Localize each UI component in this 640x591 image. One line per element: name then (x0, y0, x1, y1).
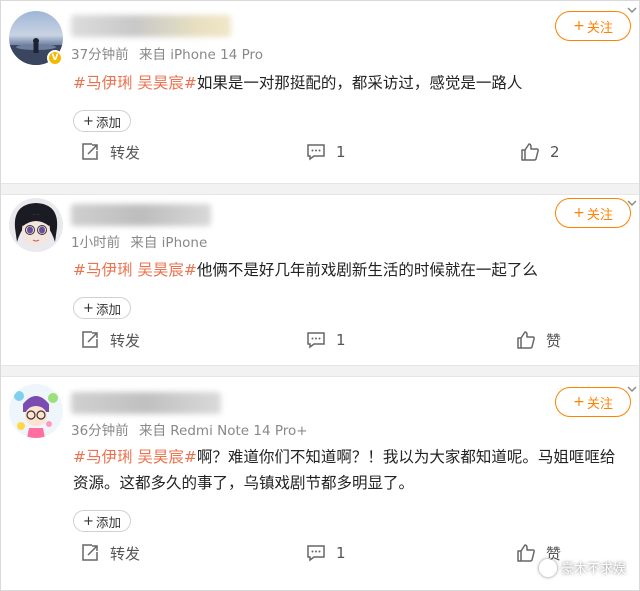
plus-icon: + (83, 113, 94, 129)
follow-button[interactable]: + 关注 (555, 11, 631, 41)
comment-text: #马伊琍 吴昊宸#他俩不是好几年前戏剧新生活的时候就在一起了么 (73, 257, 619, 283)
repost-button[interactable]: 转发 (80, 539, 140, 567)
plus-icon: + (573, 18, 585, 34)
comment-count: 1 (336, 544, 346, 562)
repost-icon (82, 331, 98, 348)
repost-icon (82, 544, 98, 561)
comment-text: #马伊琍 吴昊宸#啊？难道你们不知道啊？！我以为大家都知道呢。马姐哐哐给资源。这… (73, 444, 619, 496)
add-button[interactable]: + 添加 (73, 110, 131, 132)
avatar[interactable] (9, 198, 63, 252)
comment-card-1: V 37分钟前 来自 iPhone 14 Pro + 关注 #马伊琍 吴昊宸#如… (1, 1, 639, 183)
comment-body: 他俩不是好几年前戏剧新生活的时候就在一起了么 (196, 261, 538, 279)
topic-tag[interactable]: #马伊琍 吴昊宸# (73, 261, 197, 279)
comment-text: #马伊琍 吴昊宸#如果是一对那挺配的，都采访过，感觉是一路人 (73, 70, 619, 96)
add-label: 添加 (95, 514, 121, 530)
repost-label: 转发 (110, 544, 141, 563)
avatar-image (14, 391, 58, 438)
comment-time: 37分钟前 (71, 47, 129, 63)
repost-label: 转发 (110, 143, 141, 162)
avatar[interactable] (9, 384, 63, 438)
comment-meta: 37分钟前 来自 iPhone 14 Pro (71, 43, 263, 63)
username-blurred[interactable] (71, 204, 211, 226)
divider (1, 183, 639, 195)
comment-icon (307, 144, 325, 161)
action-bar: 转发 1 2 (2, 138, 640, 166)
chevron-down-icon[interactable] (625, 383, 639, 397)
follow-button[interactable]: + 关注 (555, 198, 631, 228)
watermark: 豪木不求娱 (538, 558, 626, 577)
comment-meta: 36分钟前 来自 Redmi Note 14 Pro+ (71, 419, 308, 439)
add-button[interactable]: + 添加 (73, 297, 131, 319)
plus-icon: + (573, 394, 585, 410)
like-label: 2 (550, 143, 560, 161)
comment-count: 1 (336, 143, 346, 161)
comment-button[interactable]: 1 (306, 539, 346, 567)
topic-tag[interactable]: #马伊琍 吴昊宸# (73, 448, 197, 466)
avatar-image (14, 203, 58, 246)
comment-body: 如果是一对那挺配的，都采访过，感觉是一路人 (196, 74, 523, 92)
like-label: 赞 (546, 331, 562, 350)
add-button[interactable]: + 添加 (73, 510, 131, 532)
like-button[interactable]: 赞 (516, 326, 561, 354)
follow-label: 关注 (586, 207, 613, 223)
comment-button[interactable]: 1 (306, 138, 346, 166)
watermark-text: 豪木不求娱 (560, 562, 626, 577)
divider (1, 365, 639, 377)
comment-icon (307, 332, 325, 349)
repost-button[interactable]: 转发 (80, 138, 140, 166)
thumbs-up-icon (517, 331, 535, 349)
chevron-down-icon[interactable] (625, 4, 639, 18)
plus-icon: + (83, 300, 94, 316)
comment-meta: 1小时前 来自 iPhone (71, 231, 207, 251)
comment-button[interactable]: 1 (306, 326, 346, 354)
username-blurred[interactable] (71, 392, 221, 414)
action-bar: 转发 1 赞 (2, 326, 640, 354)
comment-source: 来自 iPhone 14 Pro (138, 47, 264, 63)
comment-card-2: 1小时前 来自 iPhone + 关注 #马伊琍 吴昊宸#他俩不是好几年前戏剧新… (1, 195, 639, 365)
username-blurred[interactable] (71, 15, 231, 37)
repost-icon (82, 143, 98, 160)
topic-tag[interactable]: #马伊琍 吴昊宸# (73, 74, 197, 92)
comment-source: 来自 iPhone (130, 235, 208, 251)
add-label: 添加 (95, 114, 121, 130)
like-button[interactable]: 2 (520, 138, 560, 166)
plus-icon: + (83, 513, 94, 529)
comment-time: 1小时前 (71, 235, 121, 251)
repost-label: 转发 (110, 331, 141, 350)
watermark-logo-icon (538, 558, 557, 577)
follow-label: 关注 (586, 396, 613, 412)
chevron-down-icon[interactable] (625, 197, 639, 211)
verified-badge-icon: V (47, 50, 63, 66)
comment-time: 36分钟前 (71, 423, 129, 439)
add-label: 添加 (95, 301, 121, 317)
comment-source: 来自 Redmi Note 14 Pro+ (138, 423, 308, 439)
repost-button[interactable]: 转发 (80, 326, 140, 354)
follow-button[interactable]: + 关注 (555, 387, 631, 417)
thumbs-up-icon (517, 544, 535, 562)
plus-icon: + (573, 205, 585, 221)
thumbs-up-icon (521, 143, 539, 161)
comment-icon (307, 545, 325, 562)
follow-label: 关注 (586, 20, 613, 36)
comment-count: 1 (336, 331, 346, 349)
